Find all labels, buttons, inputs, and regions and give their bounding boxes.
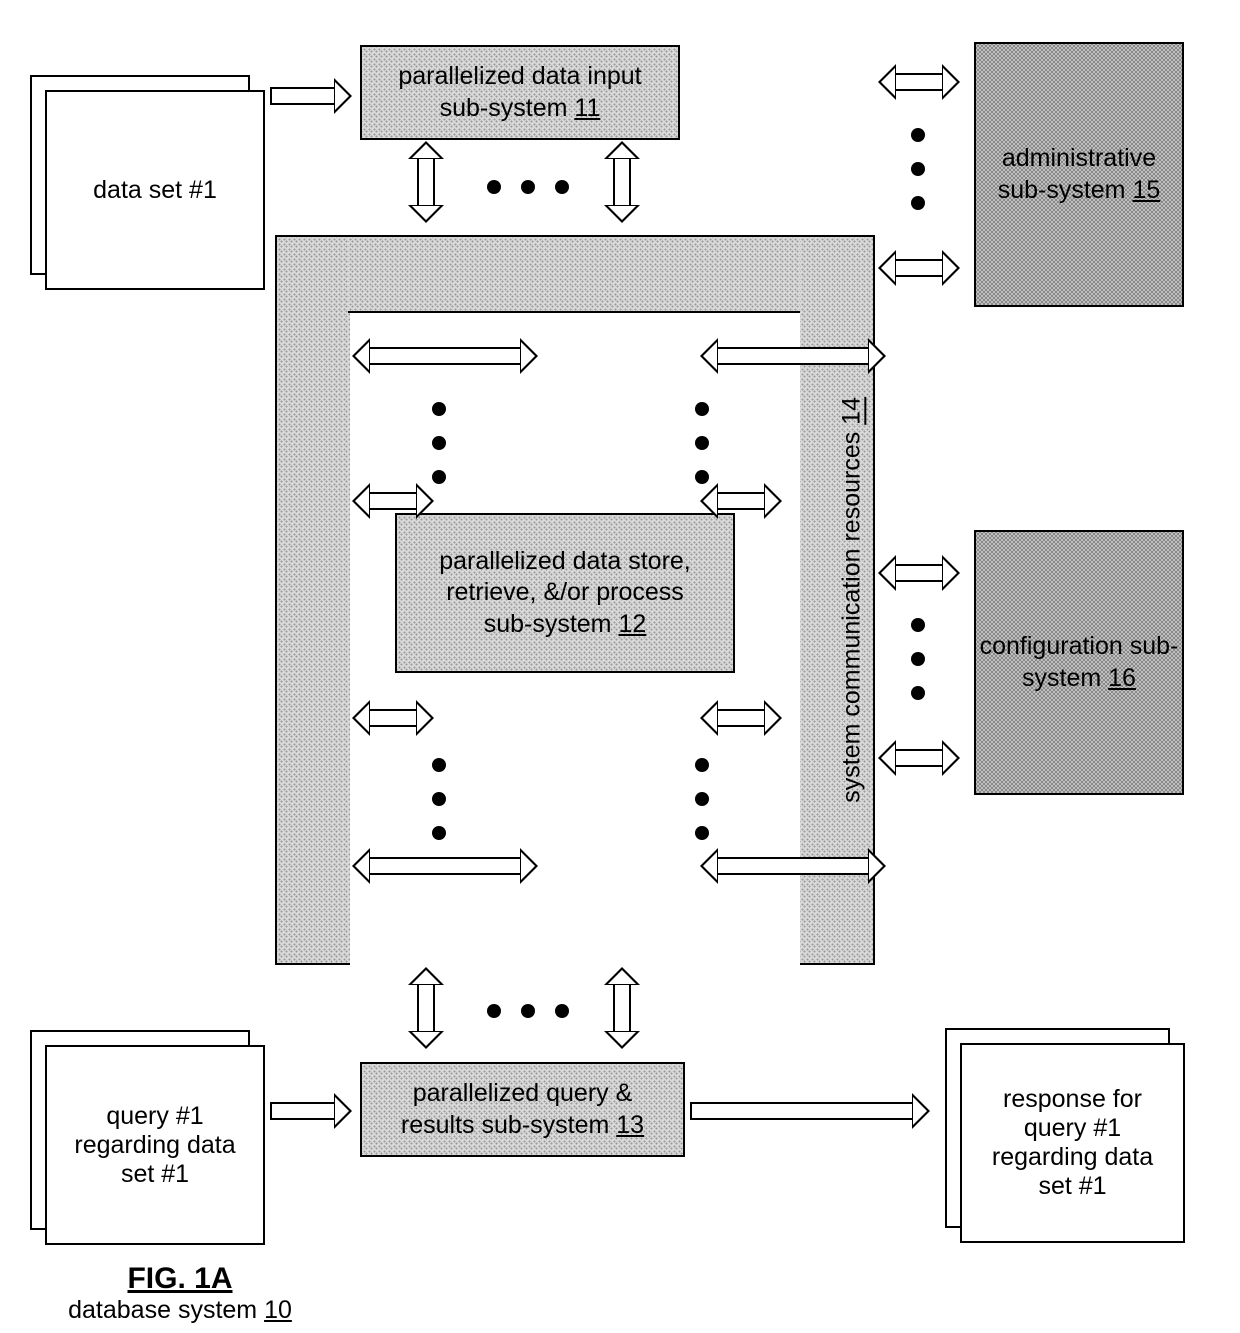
comm-resources-right [348,235,803,313]
figure-caption: FIG. 1A database system 10 [65,1262,295,1325]
bi-arrow-comm-query-2 [604,967,640,1049]
response-card-label: response for query #1 regarding data set… [974,1085,1171,1201]
dots-commright-query [695,758,709,840]
response-card: response for query #1 regarding data set… [960,1043,1185,1243]
arrow-dataset-to-input [270,78,352,114]
query-card-label: query #1 regarding data set #1 [59,1102,251,1189]
comm-resources-top [275,235,350,965]
dots-input-comm [487,180,569,194]
data-set-label: data set #1 [93,176,217,205]
parallelized-data-store-label: parallelized data store, retrieve, &/or … [439,546,691,640]
bi-arrow-input-comm-1 [408,141,444,223]
bi-arrow-commright-query-1 [700,700,782,736]
parallelized-data-input-box: parallelized data input sub-system 11 [360,45,680,140]
configuration-sub-system-box: configuration sub- system 16 [974,530,1184,795]
administrative-sub-system-box: administrative sub-system 15 [974,42,1184,307]
bi-arrow-comm-admin-2 [878,250,960,286]
bi-arrow-comm-admin-1 [878,64,960,100]
bi-arrow-commleft-store-1 [352,338,538,374]
dots-comm-query [487,1004,569,1018]
comm-resources-label: system communication resources 14 [805,397,868,803]
bi-arrow-store-commright-2 [700,483,782,519]
bi-arrow-input-comm-2 [604,141,640,223]
dots-comm-config [911,618,925,700]
parallelized-data-store-box: parallelized data store, retrieve, &/or … [395,513,735,673]
configuration-sub-system-label: configuration sub- system 16 [980,631,1179,694]
dots-commleft-store [432,402,446,484]
bi-arrow-commleft-store-2 [352,483,434,519]
parallelized-data-input-label: parallelized data input sub-system 11 [398,61,641,124]
bi-arrow-commleft-query-2 [352,848,538,884]
bi-arrow-comm-query-1 [408,967,444,1049]
dots-comm-admin [911,128,925,210]
figure-title: database system 10 [68,1296,292,1324]
data-set-card: data set #1 [45,90,265,290]
bi-arrow-comm-config-1 [878,555,960,591]
bi-arrow-commleft-query-1 [352,700,434,736]
query-card: query #1 regarding data set #1 [45,1045,265,1245]
dots-store-commright [695,402,709,484]
figure-number: FIG. 1A [127,1262,232,1295]
bi-arrow-commright-query-2 [700,848,886,884]
dots-commleft-query [432,758,446,840]
administrative-sub-system-label: administrative sub-system 15 [998,143,1161,206]
arrow-querybox-to-response [690,1093,930,1129]
parallelized-query-results-box: parallelized query & results sub-system … [360,1062,685,1157]
bi-arrow-comm-config-2 [878,740,960,776]
parallelized-query-results-label: parallelized query & results sub-system … [401,1078,644,1141]
bi-arrow-store-commright-1 [700,338,886,374]
arrow-query-to-querybox [270,1093,352,1129]
